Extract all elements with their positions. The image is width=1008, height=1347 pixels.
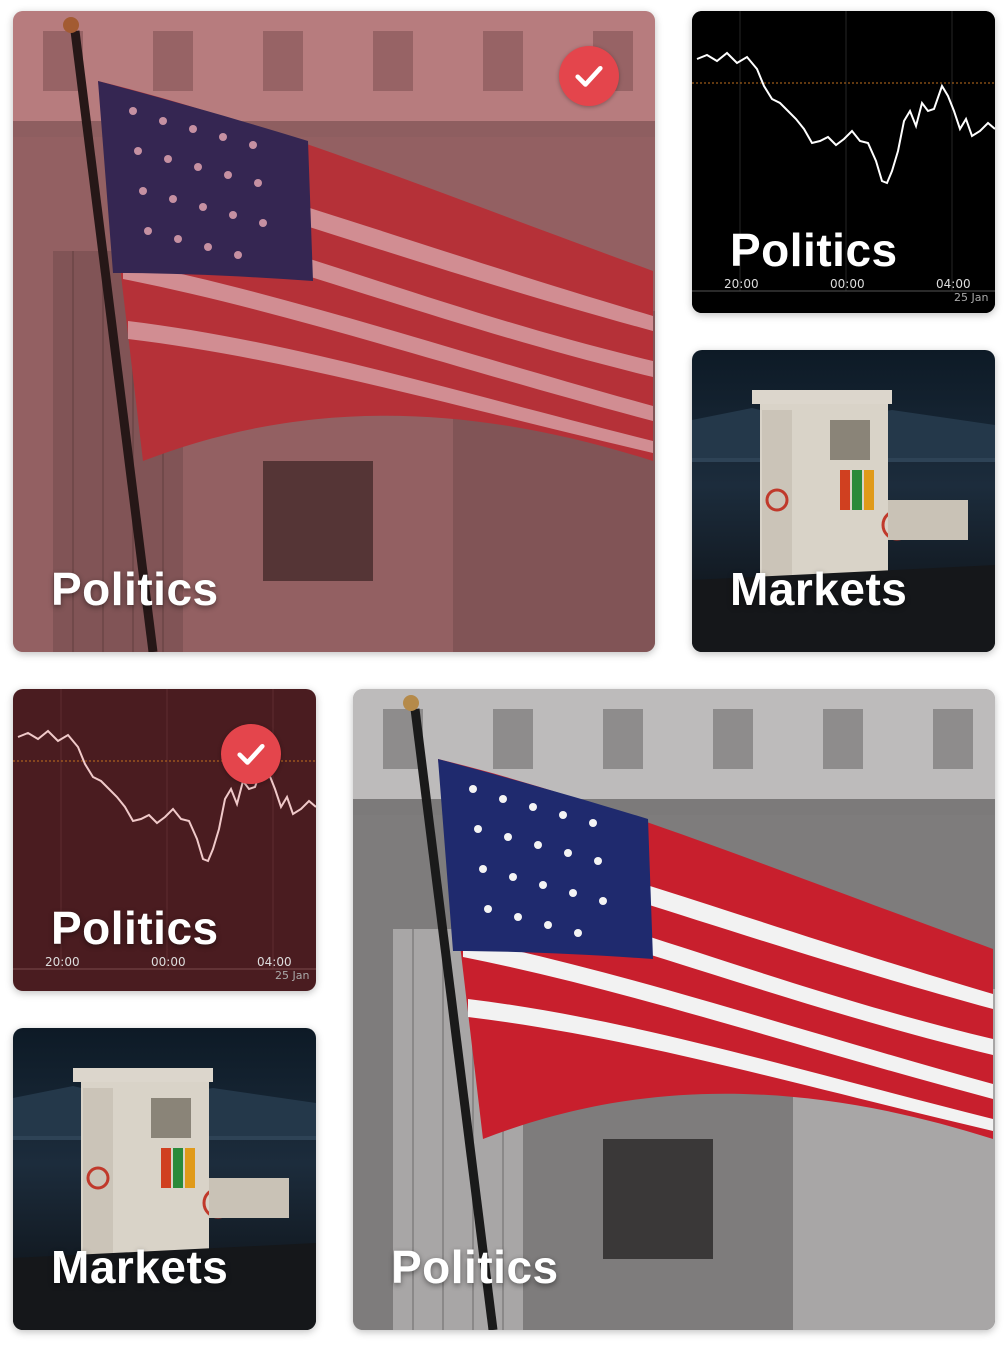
topic-card-politics-chart[interactable]: Politics 20:00 00:00 04:00 25 Jan — [692, 11, 995, 313]
topic-card-markets-fuel[interactable]: Markets — [13, 1028, 316, 1330]
chart-time-axis: 20:00 00:00 04:00 25 Jan — [13, 955, 316, 985]
chart-time-axis: 20:00 00:00 04:00 25 Jan — [692, 277, 995, 307]
card-label: Politics — [51, 563, 219, 615]
card-label: Politics — [730, 224, 898, 276]
selected-tint-overlay — [13, 11, 655, 652]
tick-label: 00:00 — [151, 955, 186, 969]
date-label: 25 Jan — [275, 969, 310, 982]
card-label: Politics — [391, 1241, 559, 1293]
topic-card-markets-fuel[interactable]: Markets — [692, 350, 995, 652]
topic-card-politics-flag[interactable]: Politics — [353, 689, 995, 1330]
date-label: 25 Jan — [954, 291, 989, 304]
tick-label: 04:00 — [936, 277, 971, 291]
tick-label: 00:00 — [830, 277, 865, 291]
selected-check-icon — [559, 46, 619, 106]
topic-card-politics-chart-selected[interactable]: Politics 20:00 00:00 04:00 25 Jan — [13, 689, 316, 991]
card-label: Markets — [51, 1241, 229, 1293]
card-label: Politics — [51, 902, 219, 954]
selected-check-icon — [221, 724, 281, 784]
tick-label: 04:00 — [257, 955, 292, 969]
flag-building-image — [353, 689, 995, 1330]
tick-label: 20:00 — [724, 277, 759, 291]
card-label: Markets — [730, 563, 908, 615]
tick-label: 20:00 — [45, 955, 80, 969]
topic-card-politics-flag-selected[interactable]: Politics — [13, 11, 655, 652]
